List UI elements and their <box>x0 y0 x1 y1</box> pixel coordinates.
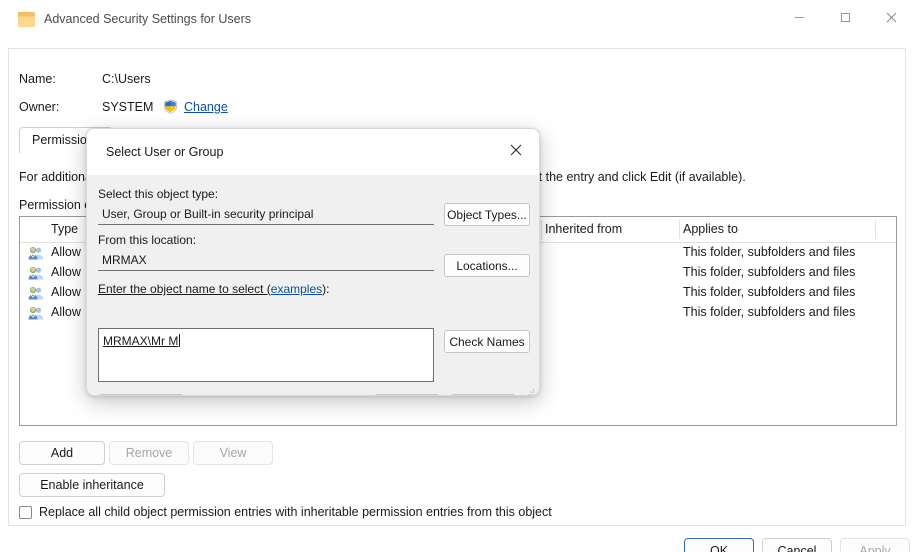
owner-value: SYSTEM <box>102 100 154 114</box>
cell-type: Allow <box>51 265 81 279</box>
advanced-button[interactable]: Advanced... <box>98 394 184 395</box>
window-apply-button: Apply <box>840 538 910 552</box>
cell-type: Allow <box>51 285 81 299</box>
object-name-label-prefix: Enter the object name to select ( <box>98 282 271 296</box>
add-button[interactable]: Add <box>19 441 105 465</box>
users-group-icon <box>28 286 44 300</box>
change-owner-link[interactable]: Change <box>184 100 228 114</box>
dialog-cancel-button[interactable]: Cancel <box>450 394 516 395</box>
cell-type: Allow <box>51 305 81 319</box>
cell-applies-to: This folder, subfolders and files <box>683 305 856 319</box>
folder-icon <box>18 12 35 27</box>
object-type-input[interactable] <box>98 205 434 225</box>
cell-applies-to: This folder, subfolders and files <box>683 245 856 259</box>
window-cancel-button[interactable]: Cancel <box>762 538 832 552</box>
object-type-label: Select this object type: <box>98 187 219 201</box>
name-value: C:\Users <box>102 72 151 86</box>
object-name-label-suffix: ): <box>322 282 330 296</box>
object-types-button[interactable]: Object Types... <box>444 203 530 226</box>
replace-child-permissions-checkbox[interactable] <box>19 505 32 519</box>
view-button: View <box>193 441 273 465</box>
cell-applies-to: This folder, subfolders and files <box>683 265 856 279</box>
owner-label: Owner: <box>19 100 60 114</box>
dialog-body: Select this object type: Object Types...… <box>87 175 539 395</box>
dialog-titlebar: Select User or Group <box>87 129 539 175</box>
from-location-label: From this location: <box>98 233 197 247</box>
column-header-type[interactable]: Type <box>51 222 78 236</box>
minimize-icon[interactable] <box>776 0 822 34</box>
text-caret <box>179 334 181 347</box>
dialog-title: Select User or Group <box>106 145 224 159</box>
locations-button[interactable]: Locations... <box>444 254 530 277</box>
replace-child-permissions-checkbox-row[interactable]: Replace all child object permission entr… <box>19 505 552 519</box>
window-ok-button[interactable]: OK <box>684 538 754 552</box>
check-names-button[interactable]: Check Names <box>444 330 530 353</box>
remove-button: Remove <box>109 441 189 465</box>
uac-shield-icon <box>163 99 178 114</box>
examples-link[interactable]: examples <box>271 282 322 296</box>
users-group-icon <box>28 306 44 320</box>
window-title: Advanced Security Settings for Users <box>44 12 252 26</box>
users-group-icon <box>28 266 44 280</box>
users-group-icon <box>28 246 44 260</box>
column-header-inherited-from[interactable]: Inherited from <box>545 222 622 236</box>
window-controls <box>776 0 914 34</box>
from-location-input[interactable] <box>98 251 434 271</box>
name-label: Name: <box>19 72 56 86</box>
enable-inheritance-button[interactable]: Enable inheritance <box>19 473 165 497</box>
maximize-icon[interactable] <box>822 0 868 34</box>
cell-applies-to: This folder, subfolders and files <box>683 285 856 299</box>
window-titlebar: Advanced Security Settings for Users <box>0 0 914 40</box>
object-name-label: Enter the object name to select (example… <box>98 282 329 296</box>
window-footer: OK Cancel Apply <box>0 538 914 552</box>
object-name-input[interactable]: MRMAX\Mr M <box>98 328 434 382</box>
select-user-or-group-dialog: Select User or Group Select this object … <box>86 128 540 396</box>
cell-type: Allow <box>51 245 81 259</box>
advanced-security-settings-window: Advanced Security Settings for Users Nam… <box>0 0 914 552</box>
column-header-applies-to[interactable]: Applies to <box>683 222 738 236</box>
resize-grip-icon[interactable] <box>525 384 535 395</box>
dialog-ok-button[interactable]: OK <box>374 394 440 395</box>
dialog-close-icon[interactable] <box>499 135 533 165</box>
object-name-value: MRMAX\Mr M <box>103 334 179 348</box>
close-icon[interactable] <box>868 0 914 34</box>
replace-child-permissions-label: Replace all child object permission entr… <box>39 505 552 519</box>
